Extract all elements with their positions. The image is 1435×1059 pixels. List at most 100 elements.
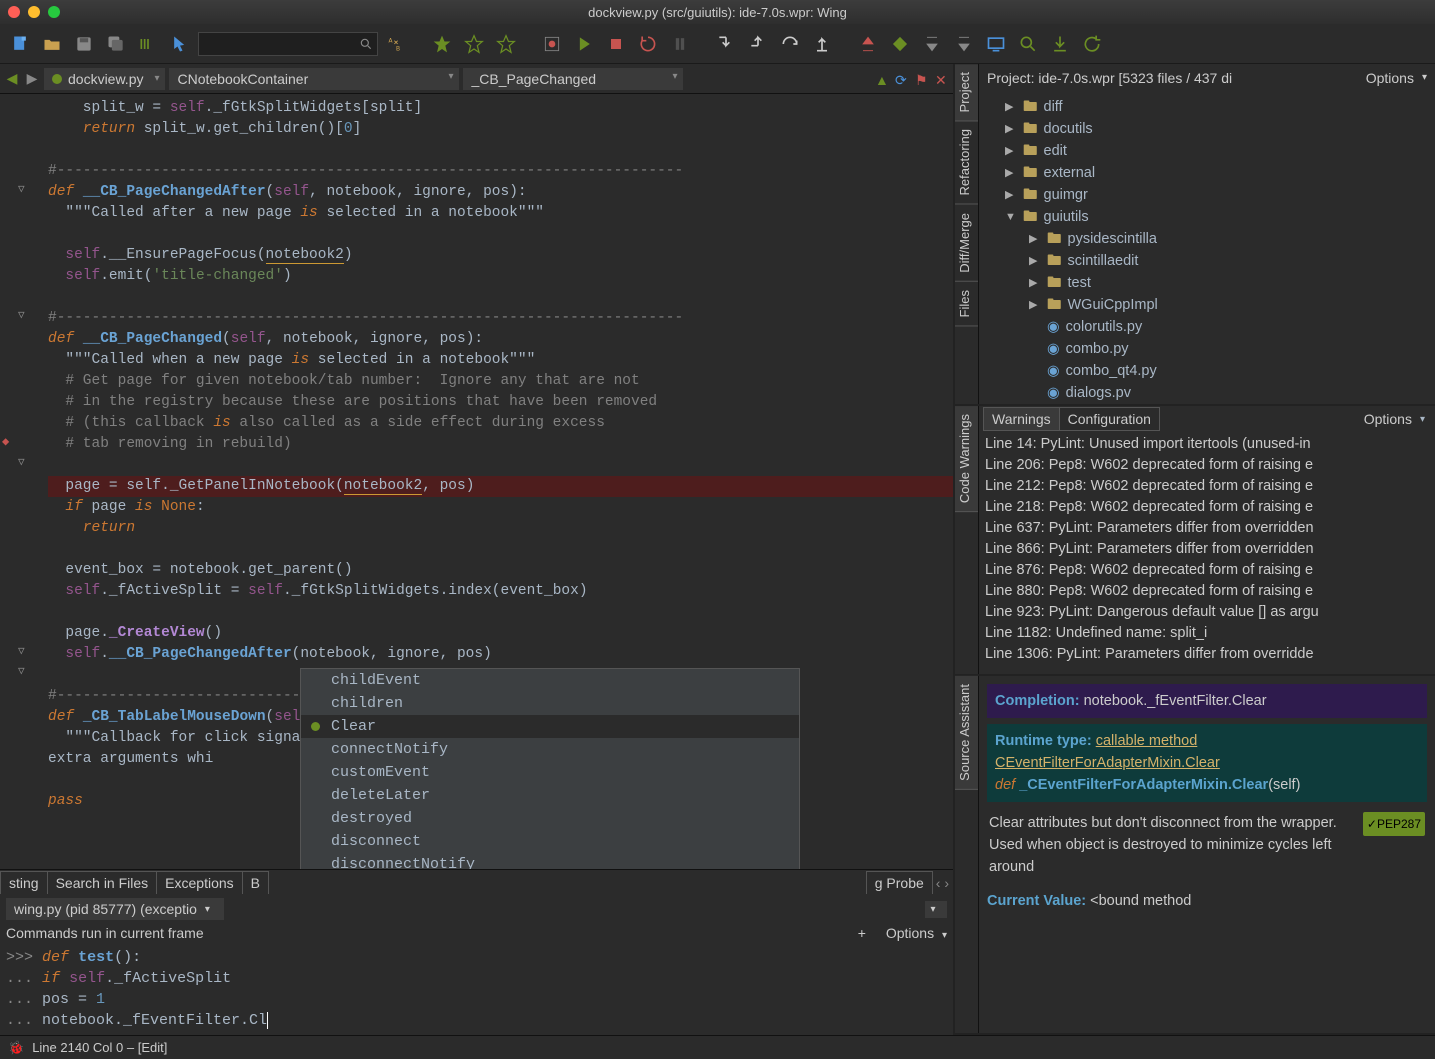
warning-icon[interactable]: ▲ [875, 72, 889, 86]
tree-row[interactable]: ▶🖿docutils [985, 118, 1429, 140]
toolbar-search[interactable] [198, 32, 378, 56]
play-icon[interactable] [570, 30, 598, 58]
process-selector[interactable]: wing.py (pid 85777) (exceptio ▾ [6, 898, 224, 920]
warnings-options-button[interactable]: Options [1356, 411, 1420, 427]
restart-icon[interactable] [634, 30, 662, 58]
save-icon[interactable] [70, 30, 98, 58]
tree-row[interactable]: ▶🖿pysidescintilla [985, 228, 1429, 250]
pause-icon[interactable] [666, 30, 694, 58]
indent-icon[interactable] [134, 30, 162, 58]
step-into-icon[interactable] [712, 30, 740, 58]
tab-debug-probe[interactable]: g Probe [866, 871, 933, 894]
function-selector[interactable]: _CB_PageChanged ▾ [463, 68, 683, 90]
tab-exceptions[interactable]: Exceptions [156, 871, 242, 894]
project-tree[interactable]: ▶🖿diff▶🖿docutils▶🖿edit▶🖿external▶🖿guimgr… [979, 92, 1435, 404]
tree-row[interactable]: ◉dialogs.pv [985, 382, 1429, 404]
debug-console[interactable]: >>> def test():... if self._fActiveSplit… [0, 943, 953, 1035]
warning-item[interactable]: Line 923: PyLint: Dangerous default valu… [985, 602, 1429, 623]
search-icon[interactable] [1014, 30, 1042, 58]
frame-bottom-icon[interactable] [950, 30, 978, 58]
tree-row[interactable]: ▶🖿external [985, 162, 1429, 184]
warning-item[interactable]: Line 14: PyLint: Unused import itertools… [985, 434, 1429, 455]
file-tab[interactable]: dockview.py ▾ [44, 68, 165, 90]
tab-sting[interactable]: sting [0, 871, 48, 894]
tab-b[interactable]: B [242, 871, 269, 894]
close-tab-icon[interactable]: ✕ [935, 72, 949, 86]
bookmark-prev-icon[interactable] [460, 30, 488, 58]
tree-row[interactable]: ◉colorutils.py [985, 316, 1429, 338]
completion-item[interactable]: deleteLater [301, 784, 799, 807]
tree-row[interactable]: ◉combo_qt4.py [985, 360, 1429, 382]
open-file-icon[interactable] [38, 30, 66, 58]
completion-item[interactable]: customEvent [301, 761, 799, 784]
completion-item[interactable]: childEvent [301, 669, 799, 692]
vtab-files[interactable]: Files [955, 282, 978, 326]
frame-up-icon[interactable] [854, 30, 882, 58]
tab-search-in-files[interactable]: Search in Files [47, 871, 158, 894]
close-window-button[interactable] [8, 6, 20, 18]
warning-item[interactable]: Line 218: Pep8: W602 deprecated form of … [985, 497, 1429, 518]
tree-row[interactable]: ▶🖿guimgr [985, 184, 1429, 206]
warning-item[interactable]: Line 1182: Undefined name: split_i [985, 623, 1429, 644]
debug-options-button[interactable]: Options [886, 925, 934, 941]
completion-popup[interactable]: childEventchildrenClearconnectNotifycust… [300, 668, 800, 869]
debug-plus-button[interactable]: + [858, 925, 866, 941]
completion-item[interactable]: destroyed [301, 807, 799, 830]
minimize-window-button[interactable] [28, 6, 40, 18]
debug-dropdown[interactable]: ▾ [925, 901, 947, 918]
step-return-icon[interactable] [744, 30, 772, 58]
completion-item[interactable]: Clear [301, 715, 799, 738]
vtab-project[interactable]: Project [955, 64, 978, 121]
tree-row[interactable]: ◉combo.py [985, 338, 1429, 360]
completion-item[interactable]: disconnectNotify [301, 853, 799, 869]
warning-item[interactable]: Line 637: PyLint: Parameters differ from… [985, 518, 1429, 539]
warning-item[interactable]: Line 876: Pep8: W602 deprecated form of … [985, 560, 1429, 581]
completion-item[interactable]: children [301, 692, 799, 715]
bookmark-add-icon[interactable] [428, 30, 456, 58]
warning-item[interactable]: Line 206: Pep8: W602 deprecated form of … [985, 455, 1429, 476]
warning-item[interactable]: Line 866: PyLint: Parameters differ from… [985, 539, 1429, 560]
bookmark-icon[interactable]: ⚑ [915, 72, 929, 86]
bug-icon[interactable]: 🐞 [8, 1040, 24, 1056]
step-over-icon[interactable] [776, 30, 804, 58]
vtab-diff-merge[interactable]: Diff/Merge [955, 205, 978, 282]
replace-icon[interactable]: AB [382, 30, 410, 58]
bottom-tabs-nav-icon[interactable]: ‹ › [932, 875, 953, 891]
warnings-list[interactable]: Line 14: PyLint: Unused import itertools… [979, 432, 1435, 674]
sync-icon[interactable]: ⟳ [895, 72, 909, 86]
warning-item[interactable]: Line 880: Pep8: W602 deprecated form of … [985, 581, 1429, 602]
tree-row[interactable]: ▶🖿WGuiCppImpl [985, 294, 1429, 316]
tree-row[interactable]: ▶🖿edit [985, 140, 1429, 162]
warning-item[interactable]: Line 1306: PyLint: Parameters differ fro… [985, 644, 1429, 665]
project-options-button[interactable]: Options [1366, 70, 1414, 86]
class-selector[interactable]: CNotebookContainer ▾ [169, 68, 459, 90]
editor-body[interactable]: ▽ ▽ ◆ ▽ ▽ ▽ split_w = self._fGtkSplitWid… [0, 94, 953, 869]
completion-item[interactable]: disconnect [301, 830, 799, 853]
save-all-icon[interactable] [102, 30, 130, 58]
tree-row[interactable]: ▼🖿guiutils [985, 206, 1429, 228]
monitor-icon[interactable] [982, 30, 1010, 58]
completion-item[interactable]: connectNotify [301, 738, 799, 761]
tab-next-icon[interactable]: ▶ [24, 71, 40, 87]
vtab-source-assistant[interactable]: Source Assistant [955, 676, 978, 790]
vtab-refactoring[interactable]: Refactoring [955, 121, 978, 204]
tab-prev-icon[interactable]: ◀ [4, 71, 20, 87]
vtab-code-warnings[interactable]: Code Warnings [955, 406, 978, 512]
tree-row[interactable]: ▶🖿test [985, 272, 1429, 294]
pointer-icon[interactable] [166, 30, 194, 58]
bookmark-next-icon[interactable] [492, 30, 520, 58]
gutter[interactable]: ▽ ▽ ◆ ▽ ▽ ▽ [0, 94, 44, 869]
step-out-icon[interactable] [808, 30, 836, 58]
breakpoint-icon[interactable] [886, 30, 914, 58]
frame-down-icon[interactable] [918, 30, 946, 58]
tree-row[interactable]: ▶🖿diff [985, 96, 1429, 118]
maximize-window-button[interactable] [48, 6, 60, 18]
tree-row[interactable]: ▶🖿scintillaedit [985, 250, 1429, 272]
tab-warnings[interactable]: Warnings [983, 407, 1060, 431]
download-icon[interactable] [1046, 30, 1074, 58]
record-icon[interactable] [538, 30, 566, 58]
warning-item[interactable]: Line 212: Pep8: W602 deprecated form of … [985, 476, 1429, 497]
refresh-icon[interactable] [1078, 30, 1106, 58]
tab-configuration[interactable]: Configuration [1059, 407, 1160, 431]
stop-icon[interactable] [602, 30, 630, 58]
